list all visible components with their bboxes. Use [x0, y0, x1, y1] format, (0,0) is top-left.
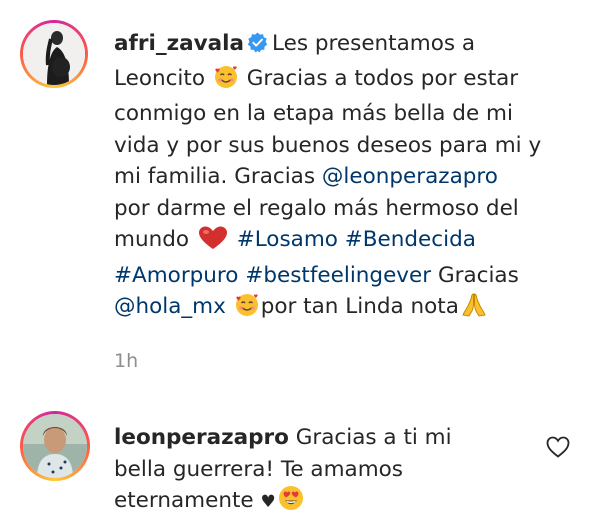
avatar-leonperazapro[interactable]: [20, 411, 90, 481]
hashtag-losamo[interactable]: #Losamo: [237, 227, 338, 252]
caption-line: por tan Linda nota: [260, 294, 459, 319]
red-heart-icon: [198, 226, 228, 260]
hashtag-bestfeelingever[interactable]: #bestfeelingever: [245, 263, 431, 288]
folded-hands-icon: [461, 291, 487, 327]
mention-hola-mx[interactable]: @hola_mx: [114, 294, 226, 319]
caption-line: por darme el regalo más hermoso del: [114, 195, 519, 221]
mention-leonperazapro[interactable]: @leonperazapro: [322, 164, 498, 189]
hashtag-bendecida[interactable]: #Bendecida: [345, 227, 476, 252]
username-link[interactable]: afri_zavala: [114, 31, 244, 56]
smiling-face-with-hearts-icon: [214, 65, 238, 99]
username-link[interactable]: leonperazapro: [114, 425, 289, 450]
caption-line: Les presentamos a: [272, 31, 476, 56]
caption-text: afri_zavala Les presentamos a Leoncito Gr…: [114, 28, 594, 327]
caption-line: mundo: [114, 227, 189, 252]
avatar-image: [23, 414, 87, 478]
avatar-afri-zavala[interactable]: [20, 20, 88, 88]
reply-text: leonperazapro Gracias a ti mi bella guer…: [114, 422, 534, 521]
black-heart: ♥: [260, 492, 276, 512]
caption-line: mi familia. Gracias: [114, 164, 316, 189]
caption-line: Gracias a todos por estar: [246, 65, 519, 91]
reply-line: eternamente: [114, 488, 254, 513]
caption-line: Leoncito: [114, 65, 205, 91]
reply-line: Gracias a ti mi: [295, 425, 452, 450]
verified-badge-icon: [247, 31, 268, 63]
smiling-face-with-hearts-icon: [235, 293, 259, 327]
heart-eyes-icon: [278, 485, 304, 521]
reply-line: bella guerrera! Te amamos: [114, 456, 403, 482]
avatar-image: [23, 23, 85, 85]
timestamp: 1h: [114, 350, 139, 372]
heart-outline-icon[interactable]: [546, 436, 572, 462]
caption-line: conmigo en la etapa más bella de mi: [114, 101, 513, 126]
caption-line: vida y por sus buenos deseos para mi y: [114, 132, 542, 158]
caption-line: Gracias: [437, 262, 519, 288]
hashtag-amorpuro[interactable]: #Amorpuro: [114, 263, 238, 288]
